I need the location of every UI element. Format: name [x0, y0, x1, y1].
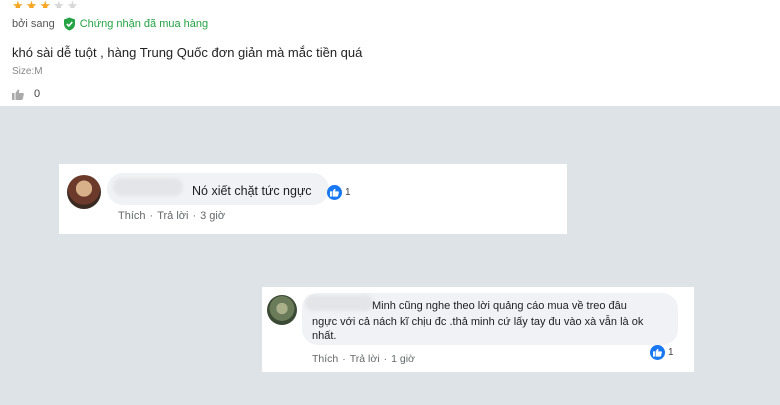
comment-text-line-2: ngực với cả nách kĩ chịu đc .thả minh cứ…	[312, 316, 644, 328]
like-link[interactable]: Thích	[312, 353, 338, 365]
star-filled-icon: ★	[25, 0, 38, 8]
avatar	[67, 175, 101, 209]
star-empty-icon: ★	[52, 0, 65, 8]
comment-time: 1 giờ	[391, 353, 415, 365]
commenter-name-redacted	[305, 295, 373, 311]
reaction-count[interactable]: 1	[327, 185, 351, 200]
separator: ·	[192, 210, 197, 222]
reply-link[interactable]: Trả lời	[157, 210, 188, 222]
separator: ·	[149, 210, 154, 222]
review-size: Size:M	[12, 66, 43, 77]
verified-purchase-badge: Chứng nhận đã mua hàng	[63, 17, 208, 31]
comment-text: Nó xiết chặt tức ngực	[192, 184, 312, 198]
comment-actions: Thích · Trả lời · 1 giờ	[312, 353, 415, 365]
verified-label: Chứng nhận đã mua hàng	[79, 18, 209, 30]
facebook-comment-2: Minh cũng nghe theo lời quảng cáo mua về…	[262, 287, 694, 372]
shield-check-icon	[63, 17, 75, 31]
avatar	[267, 295, 297, 325]
star-filled-icon: ★	[12, 0, 24, 8]
review-text: khó sài dễ tuột , hàng Trung Quốc đơn gi…	[12, 45, 363, 60]
separator: ·	[342, 353, 346, 365]
comment-time: 3 giờ	[200, 210, 226, 222]
star-empty-icon: ★	[66, 0, 79, 8]
separator: ·	[383, 353, 388, 365]
comment-text-line-3: nhất.	[312, 330, 337, 342]
product-review: ★ ★ ★ ★ ★ bởi sang Chứng nhận đã mua hàn…	[0, 0, 780, 106]
review-author: bởi sang	[12, 18, 55, 30]
facebook-comment-1: Nó xiết chặt tức ngực 1 Thích · Trả lời …	[59, 164, 567, 234]
like-reaction-icon	[327, 185, 342, 200]
reaction-count-value: 1	[668, 347, 674, 358]
like-link[interactable]: Thích	[118, 210, 146, 222]
reaction-count-value: 1	[345, 187, 351, 198]
comment-actions: Thích · Trả lời · 3 giờ	[118, 210, 225, 222]
like-reaction-icon	[650, 345, 665, 360]
commenter-name-redacted	[113, 178, 183, 196]
comment-text-line-1: Minh cũng nghe theo lời quảng cáo mua về…	[372, 300, 627, 312]
review-like-button[interactable]: 0	[12, 88, 40, 100]
star-filled-icon: ★	[39, 0, 51, 8]
thumbs-up-icon	[12, 89, 24, 100]
rating-stars: ★ ★ ★ ★ ★	[12, 0, 78, 8]
reply-link[interactable]: Trả lời	[350, 353, 380, 365]
review-like-count: 0	[34, 88, 41, 100]
reaction-count[interactable]: 1	[650, 345, 674, 360]
review-byline: bởi sang Chứng nhận đã mua hàng	[12, 17, 208, 31]
